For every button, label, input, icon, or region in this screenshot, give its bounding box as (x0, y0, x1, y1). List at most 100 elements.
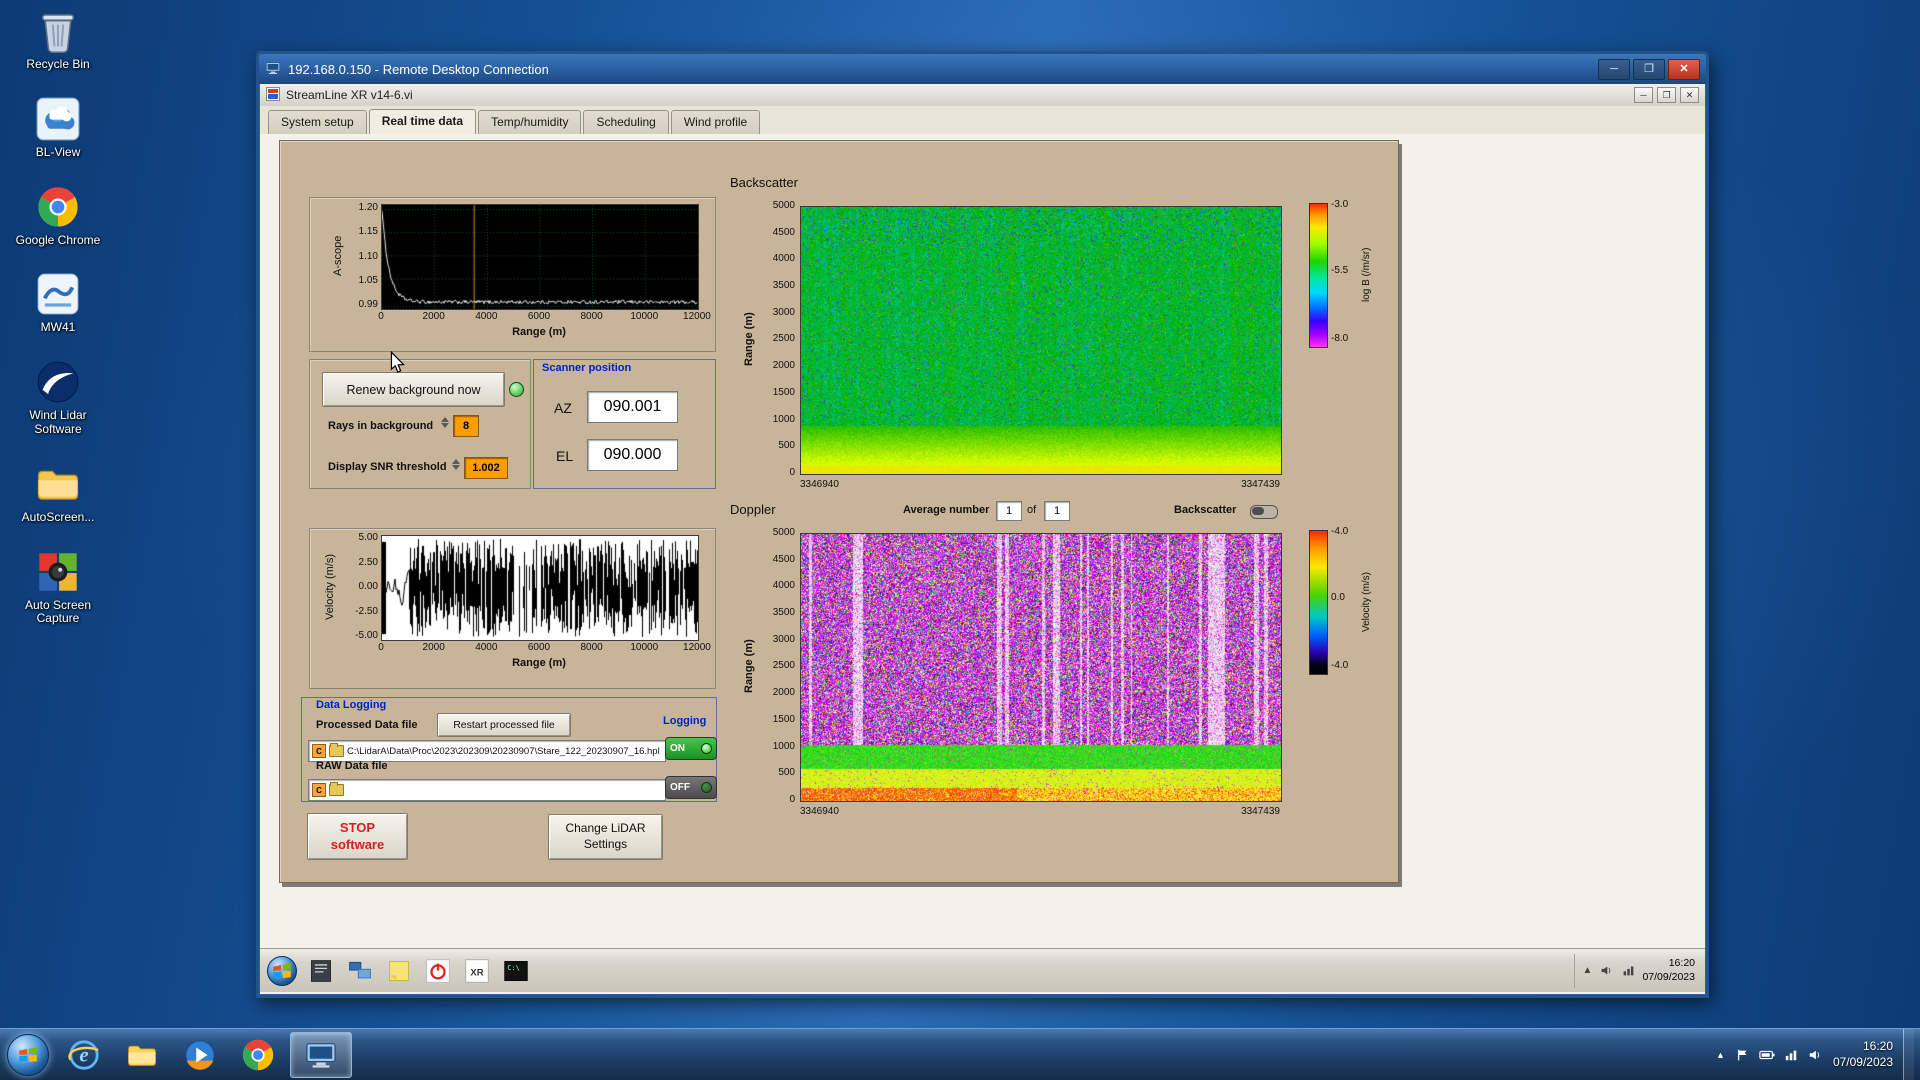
desktop-icon-label: MW41 (41, 321, 76, 335)
c-drive-icon: C (312, 783, 326, 797)
remote-taskbar-screens-icon[interactable] (344, 955, 376, 987)
labview-titlebar[interactable]: StreamLine XR v14-6.vi ─ ❐ ✕ (260, 84, 1705, 107)
rdp-minimize-button[interactable]: ─ (1598, 59, 1630, 80)
remote-taskbar-xr-app-icon[interactable]: XR (461, 955, 493, 987)
desktop-icon-bl-view[interactable]: BL-View (6, 96, 110, 160)
remote-tray-expand-icon[interactable]: ▲ (1583, 965, 1593, 976)
desktop-icon-mw41[interactable]: MW41 (6, 271, 110, 335)
tray-expand-icon[interactable]: ▲ (1716, 1050, 1725, 1060)
el-value-field[interactable]: 090.000 (587, 439, 678, 471)
rdp-maximize-button[interactable]: ❐ (1633, 59, 1665, 80)
host-clock-time: 16:20 (1833, 1039, 1893, 1055)
rdp-titlebar[interactable]: 192.168.0.150 - Remote Desktop Connectio… (259, 54, 1706, 84)
snr-threshold-field[interactable]: 1.002 (464, 457, 508, 479)
axis-tick: 1000 (773, 415, 795, 425)
tab-wind-profile[interactable]: Wind profile (671, 110, 760, 134)
tray-volume-icon[interactable] (1807, 1047, 1823, 1063)
a-scope-yticks: 1.201.151.101.050.99 (347, 203, 378, 310)
remote-clock[interactable]: 16:2007/09/2023 (1642, 957, 1699, 983)
processed-data-file-label: Processed Data file (316, 719, 418, 731)
desktop-icon-chrome[interactable]: Google Chrome (6, 184, 110, 248)
taskbar-media-player-button[interactable] (174, 1033, 226, 1077)
az-value-field[interactable]: 090.001 (587, 391, 678, 423)
doppler-plot[interactable] (800, 533, 1282, 802)
taskbar-chrome-button[interactable] (232, 1033, 284, 1077)
a-scope-xlabel: Range (m) (381, 326, 697, 338)
processed-logging-toggle[interactable]: ON (665, 737, 717, 760)
doppler-colorbar-label: Velocity (m/s) (1361, 532, 1372, 672)
tab-real-time-data[interactable]: Real time data (369, 109, 476, 135)
taskbar-ie-button[interactable]: e (58, 1033, 110, 1077)
tab-system-setup[interactable]: System setup (268, 110, 367, 134)
start-button[interactable] (4, 1031, 52, 1079)
desktop-icon-auto-screen-capture[interactable]: Auto Screen Capture (6, 549, 110, 627)
rdp-close-button[interactable]: ✕ (1668, 59, 1700, 80)
axis-tick: 500 (778, 768, 795, 778)
host-clock-date: 07/09/2023 (1833, 1055, 1893, 1071)
tray-action-center-icon[interactable] (1735, 1047, 1751, 1063)
a-scope-plot[interactable] (381, 204, 699, 310)
backscatter-toggle[interactable] (1250, 505, 1278, 519)
remote-network-icon[interactable] (1620, 963, 1636, 979)
renew-background-button[interactable]: Renew background now (322, 372, 505, 407)
restart-processed-file-button[interactable]: Restart processed file (437, 713, 571, 737)
folder-browse-icon[interactable] (329, 745, 344, 757)
raw-path-field[interactable]: C (308, 779, 666, 801)
tray-battery-icon[interactable] (1759, 1047, 1775, 1063)
average-number-field[interactable]: 1 (996, 501, 1022, 521)
processed-path-field[interactable]: C C:\LidarA\Data\Proc\2023\202309\202309… (308, 740, 666, 762)
desktop-icon-label: Wind Lidar Software (10, 409, 106, 437)
backscatter-colorbar-label: log B (/m/sr) (1361, 205, 1372, 345)
remote-taskbar-notepad-icon[interactable] (305, 955, 337, 987)
c-drive-icon: C (312, 744, 326, 758)
axis-tick: 4000 (773, 581, 795, 591)
change-lidar-settings-button[interactable]: Change LiDARSettings (548, 814, 663, 860)
axis-tick: 1500 (773, 715, 795, 725)
rays-in-background-field[interactable]: 8 (453, 415, 479, 437)
average-number-label: Average number (903, 504, 989, 516)
a-scope-ylabel: A-scope (332, 204, 344, 308)
backscatter-colorbar-tick-mid: -5.5 (1331, 265, 1348, 276)
stop-software-button[interactable]: STOPsoftware (307, 813, 408, 860)
taskbar-rdp-active-button[interactable] (290, 1032, 352, 1078)
axis-tick: 3500 (773, 281, 795, 291)
taskbar-explorer-button[interactable] (116, 1033, 168, 1077)
tray-network-icon[interactable] (1783, 1047, 1799, 1063)
remote-volume-icon[interactable] (1598, 963, 1614, 979)
axis-tick: 4500 (773, 555, 795, 565)
desktop-icon-recycle-bin[interactable]: Recycle Bin (6, 8, 110, 72)
doppler-colorbar-tick-top: -4.0 (1331, 526, 1348, 537)
labview-maximize-button[interactable]: ❐ (1657, 87, 1676, 103)
show-desktop-button[interactable] (1903, 1029, 1914, 1080)
tab-temp-humidity[interactable]: Temp/humidity (478, 110, 581, 134)
remote-taskbar-remote-start-icon[interactable] (266, 955, 298, 987)
raw-logging-toggle[interactable]: OFF (665, 776, 717, 799)
doppler-x-end: 3347439 (1200, 806, 1280, 817)
desktop-icon-list: Recycle Bin BL-View Google Chrome MW41 Wind … (6, 8, 110, 626)
snr-spinner[interactable] (450, 459, 461, 470)
axis-tick: 3000 (773, 308, 795, 318)
remote-taskbar-notes-icon[interactable] (383, 955, 415, 987)
average-count-field[interactable]: 1 (1044, 501, 1070, 521)
desktop-icon-label: BL-View (36, 146, 80, 160)
doppler-title: Doppler (730, 502, 776, 517)
host-system-tray: ▲ 16:2007/09/2023 (1716, 1029, 1916, 1080)
folder-browse-icon[interactable] (329, 784, 344, 796)
doppler-plot-group: Range (m) 500045004000350030002500200015… (727, 524, 1395, 824)
host-clock[interactable]: 16:2007/09/2023 (1833, 1039, 1893, 1070)
labview-minimize-button[interactable]: ─ (1634, 87, 1653, 103)
tab-scheduling[interactable]: Scheduling (583, 110, 668, 134)
rays-spinner[interactable] (439, 417, 450, 428)
doppler-yticks: 5000450040003500300025002000150010005000 (763, 528, 795, 805)
scanner-position-title: Scanner position (542, 362, 631, 374)
remote-taskbar: XRC:\ ▲ 16:2007/09/2023 (260, 948, 1705, 992)
recycle-bin-icon (35, 8, 81, 54)
desktop-icon-wind-lidar[interactable]: Wind Lidar Software (6, 359, 110, 437)
remote-taskbar-power-icon[interactable] (422, 955, 454, 987)
backscatter-plot[interactable] (800, 206, 1282, 475)
desktop-icon-autoscreen-folder[interactable]: AutoScreen... (6, 461, 110, 525)
labview-close-button[interactable]: ✕ (1680, 87, 1699, 103)
velocity-plot[interactable] (381, 535, 699, 641)
background-controls-group: Renew background now Rays in background … (309, 359, 531, 489)
remote-taskbar-console-icon[interactable]: C:\ (500, 955, 532, 987)
